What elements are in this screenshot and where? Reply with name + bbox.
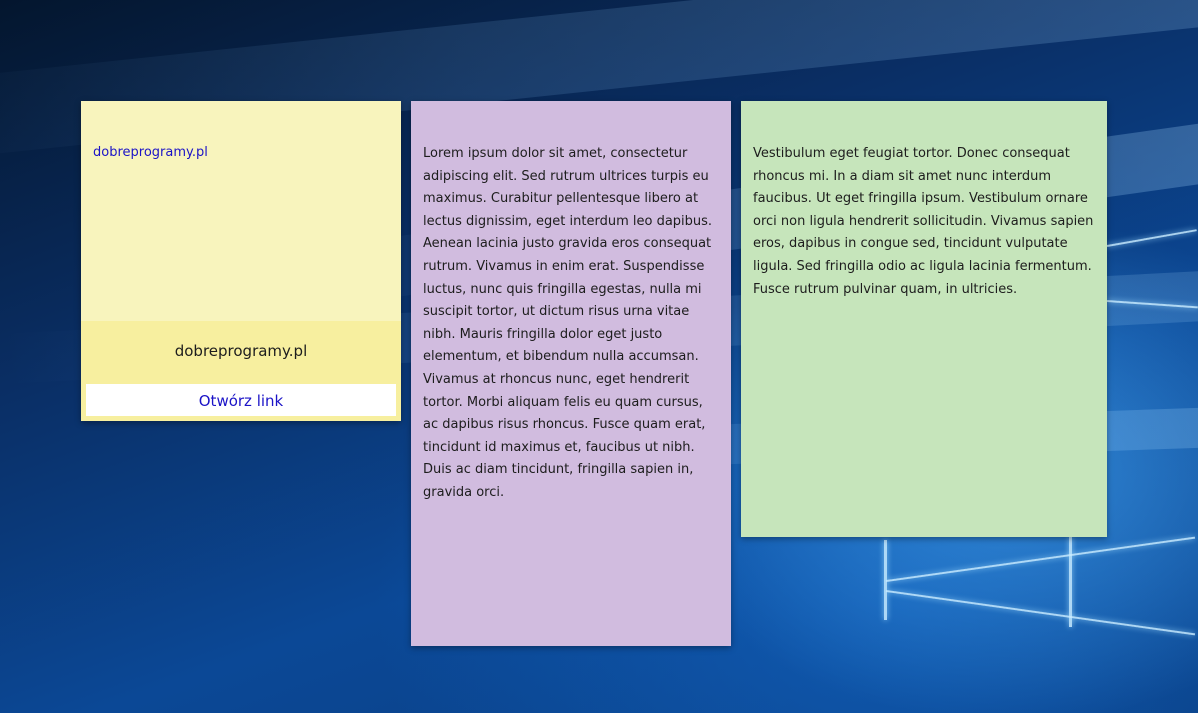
link-preview-title: dobreprogramy.pl (174, 342, 308, 360)
open-link-button[interactable]: Otwórz link (86, 384, 396, 416)
note-text[interactable]: Lorem ipsum dolor sit amet, consectetur … (423, 143, 719, 505)
windows-logo-line (885, 536, 1196, 582)
windows-logo-line (1069, 537, 1072, 627)
note-link[interactable]: dobreprogramy.pl (93, 145, 208, 160)
sticky-note-green[interactable]: Vestibulum eget feugiat tortor. Donec co… (741, 101, 1107, 537)
note-text[interactable]: Vestibulum eget feugiat tortor. Donec co… (753, 143, 1095, 301)
windows-logo-line (885, 590, 1196, 636)
windows-logo-line (1106, 229, 1197, 247)
sticky-note-purple[interactable]: Lorem ipsum dolor sit amet, consectetur … (411, 101, 731, 646)
sticky-note-yellow[interactable]: dobreprogramy.pl dobreprogramy.pl Otwórz… (81, 101, 401, 421)
link-preview-card: dobreprogramy.pl Otwórz link (81, 321, 401, 421)
